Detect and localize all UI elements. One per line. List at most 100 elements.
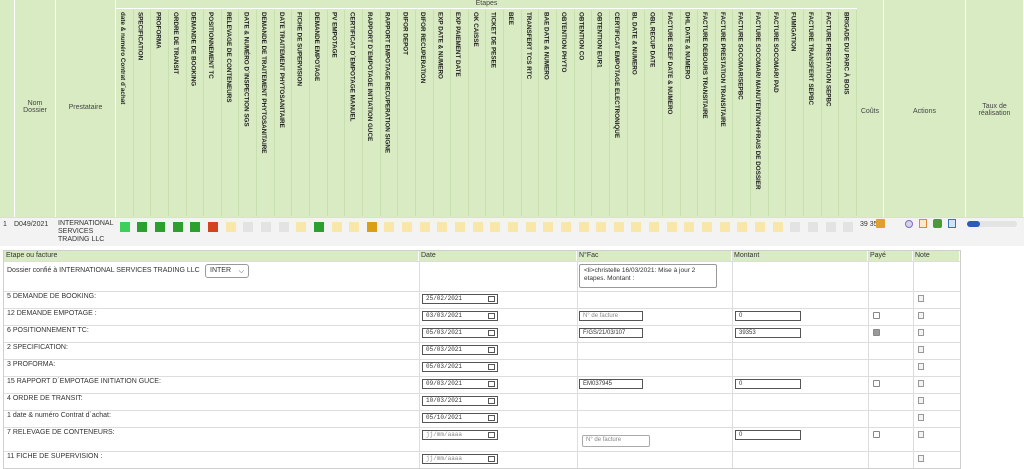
calendar-icon[interactable] bbox=[488, 347, 495, 353]
invoice-number-input[interactable]: EM037945 bbox=[579, 379, 643, 389]
date-input[interactable]: 10/03/2021 bbox=[422, 396, 498, 406]
excel-icon[interactable] bbox=[948, 219, 956, 228]
etape-column-header: DHL DATE & NUMERO bbox=[681, 10, 699, 216]
note-icon[interactable] bbox=[918, 363, 924, 370]
note-icon[interactable] bbox=[918, 329, 924, 336]
etape-status-square[interactable] bbox=[208, 222, 219, 232]
etape-status-square[interactable] bbox=[666, 222, 677, 232]
etape-status-square[interactable] bbox=[490, 222, 501, 232]
prestataire-select[interactable]: INTER ⌵ bbox=[205, 264, 249, 278]
etape-status-square[interactable] bbox=[419, 222, 430, 232]
date-input-value: 10/03/2021 bbox=[426, 397, 463, 404]
calendar-icon[interactable] bbox=[488, 415, 495, 421]
invoice-number-input[interactable]: N° de facture bbox=[579, 311, 643, 321]
amount-input[interactable]: 39353 bbox=[735, 328, 801, 338]
etape-status-square[interactable] bbox=[649, 222, 660, 232]
paid-checkbox[interactable] bbox=[873, 312, 880, 319]
etape-status-square[interactable] bbox=[807, 222, 818, 232]
note-icon[interactable] bbox=[918, 312, 924, 319]
calendar-icon[interactable] bbox=[488, 296, 495, 302]
date-input[interactable]: 05/03/2021 bbox=[422, 362, 498, 372]
etape-status-square[interactable] bbox=[119, 222, 130, 232]
etape-status-square[interactable] bbox=[843, 222, 854, 232]
etape-status-square[interactable] bbox=[790, 222, 801, 232]
etape-status-square[interactable] bbox=[155, 222, 166, 232]
detail-row-label: 12 DEMANDE EMPOTAGE : bbox=[7, 310, 97, 317]
row-dossier[interactable]: D049/2021 bbox=[14, 221, 48, 228]
etape-status-square[interactable] bbox=[613, 222, 624, 232]
etape-status-square[interactable] bbox=[137, 222, 148, 232]
etape-status-square[interactable] bbox=[737, 222, 748, 232]
etape-status-square[interactable] bbox=[560, 222, 571, 232]
calendar-icon[interactable] bbox=[488, 432, 495, 438]
etape-status-square[interactable] bbox=[243, 222, 254, 232]
note-icon[interactable] bbox=[918, 295, 924, 302]
etape-column-header: DATE TRAITEMENT PHYTOSANITAIRE bbox=[275, 10, 293, 216]
etape-status-square[interactable] bbox=[190, 222, 201, 232]
etape-status-square[interactable] bbox=[455, 222, 466, 232]
detail-table: Etape ou facture Date N°Fac Montant Payé… bbox=[3, 250, 961, 469]
paid-checkbox[interactable] bbox=[873, 329, 880, 336]
edit-icon[interactable] bbox=[876, 219, 885, 228]
etape-status-square[interactable] bbox=[260, 222, 271, 232]
etape-status-square[interactable] bbox=[349, 222, 360, 232]
note-icon[interactable] bbox=[918, 431, 924, 438]
calendar-icon[interactable] bbox=[488, 364, 495, 370]
note-icon[interactable] bbox=[918, 455, 924, 462]
date-input[interactable]: 05/03/2021 bbox=[422, 345, 498, 355]
invoice-number-input[interactable]: N° de facture bbox=[582, 435, 650, 447]
etape-status-square[interactable] bbox=[578, 222, 589, 232]
calendar-icon[interactable] bbox=[488, 398, 495, 404]
view-icon[interactable] bbox=[905, 220, 913, 228]
etape-column-label: BL DATE & NUMERO bbox=[630, 12, 638, 75]
etape-status-square[interactable] bbox=[772, 222, 783, 232]
calendar-icon[interactable] bbox=[488, 330, 495, 336]
note-icon[interactable] bbox=[918, 346, 924, 353]
etape-status-square[interactable] bbox=[825, 222, 836, 232]
etape-status-square[interactable] bbox=[278, 222, 289, 232]
amount-value: 0 bbox=[739, 432, 743, 438]
amount-input[interactable]: 0 bbox=[735, 430, 801, 440]
etape-status-square[interactable] bbox=[684, 222, 695, 232]
invoice-number-input[interactable]: F/GS/21/03/107 bbox=[579, 328, 643, 338]
date-input[interactable]: 05/10/2021 bbox=[422, 413, 498, 423]
date-input[interactable]: 25/02/2021 bbox=[422, 294, 498, 304]
etape-status-square[interactable] bbox=[525, 222, 536, 232]
etape-status-square[interactable] bbox=[719, 222, 730, 232]
note-icon[interactable] bbox=[918, 414, 924, 421]
etape-status-square[interactable] bbox=[331, 222, 342, 232]
etape-column-header: TRANSFERT TCS RTC bbox=[522, 10, 540, 216]
note-icon[interactable] bbox=[918, 397, 924, 404]
calendar-icon[interactable] bbox=[488, 313, 495, 319]
etape-status-square[interactable] bbox=[366, 222, 377, 232]
date-input[interactable]: jj/mm/aaaa bbox=[422, 454, 498, 464]
etape-status-square[interactable] bbox=[631, 222, 642, 232]
note-icon[interactable] bbox=[918, 380, 924, 387]
note-textarea[interactable]: <li>christelle 16/03/2021: Mise à jour 2… bbox=[579, 264, 717, 288]
calendar-icon[interactable] bbox=[488, 381, 495, 387]
paid-checkbox[interactable] bbox=[873, 431, 880, 438]
date-input[interactable]: 03/03/2021 bbox=[422, 311, 498, 321]
etape-status-square[interactable] bbox=[543, 222, 554, 232]
date-input[interactable]: 05/03/2021 bbox=[422, 328, 498, 338]
etape-status-square[interactable] bbox=[596, 222, 607, 232]
etape-status-square[interactable] bbox=[472, 222, 483, 232]
document-icon[interactable] bbox=[919, 219, 927, 228]
paid-checkbox[interactable] bbox=[873, 380, 880, 387]
etape-status-square[interactable] bbox=[702, 222, 713, 232]
date-input[interactable]: 09/03/2021 bbox=[422, 379, 498, 389]
etape-status-square[interactable] bbox=[172, 222, 183, 232]
amount-input[interactable]: 0 bbox=[735, 379, 801, 389]
etape-status-square[interactable] bbox=[296, 222, 307, 232]
etape-status-square[interactable] bbox=[313, 222, 324, 232]
calendar-icon[interactable] bbox=[488, 456, 495, 462]
etape-status-square[interactable] bbox=[384, 222, 395, 232]
etape-status-square[interactable] bbox=[437, 222, 448, 232]
etape-status-square[interactable] bbox=[225, 222, 236, 232]
add-icon[interactable] bbox=[933, 219, 942, 228]
etape-status-square[interactable] bbox=[402, 222, 413, 232]
date-input[interactable]: jj/mm/aaaa bbox=[422, 430, 498, 440]
amount-input[interactable]: 0 bbox=[735, 311, 801, 321]
etape-status-square[interactable] bbox=[754, 222, 765, 232]
etape-status-square[interactable] bbox=[507, 222, 518, 232]
